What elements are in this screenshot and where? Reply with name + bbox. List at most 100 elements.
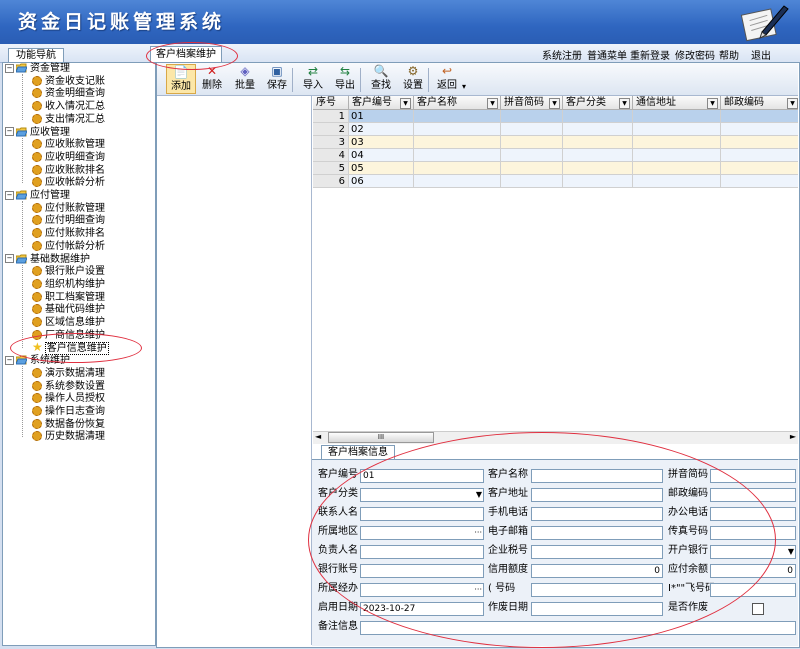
- address-field[interactable]: [531, 488, 663, 502]
- grid-cell[interactable]: 02: [349, 123, 414, 136]
- grid-cell[interactable]: [563, 162, 633, 175]
- tab-customer-info[interactable]: 客户档案信息: [321, 445, 395, 460]
- grid-cell[interactable]: [563, 123, 633, 136]
- grid-cell[interactable]: [414, 110, 501, 123]
- grid-cell[interactable]: 2: [313, 123, 349, 136]
- nav-item[interactable]: 应付帐龄分析: [32, 240, 105, 253]
- nav-group-4[interactable]: − 系统维护: [5, 354, 70, 367]
- qq-field[interactable]: [531, 583, 663, 597]
- nav-group-3[interactable]: − 基础数据维护: [5, 253, 90, 266]
- grid-cell[interactable]: 04: [349, 149, 414, 162]
- table-row[interactable]: 4 04: [313, 149, 798, 162]
- nav-group-2[interactable]: − 应付管理: [5, 189, 70, 202]
- nav-item[interactable]: 应付账款排名: [32, 227, 105, 240]
- email-field[interactable]: [531, 526, 663, 540]
- grid-cell[interactable]: 5: [313, 162, 349, 175]
- collapse-icon[interactable]: −: [5, 63, 14, 73]
- remark-field[interactable]: [360, 621, 796, 635]
- nav-item[interactable]: 基础代码维护: [32, 303, 105, 316]
- voided-checkbox[interactable]: [752, 603, 764, 615]
- grid-cell[interactable]: [501, 110, 563, 123]
- toolbar-button-6[interactable]: 🔍 查找: [366, 64, 396, 94]
- grid-cell[interactable]: [501, 175, 563, 188]
- nav-item[interactable]: 组织机构维护: [32, 278, 105, 291]
- nav-item[interactable]: 历史数据清理: [32, 430, 105, 443]
- grid-cell[interactable]: [721, 110, 798, 123]
- toolbar-button-5[interactable]: ⇆ 导出: [330, 64, 360, 94]
- nav-item[interactable]: 职工档案管理: [32, 291, 105, 304]
- contact-field[interactable]: [360, 507, 484, 521]
- toolbar-overflow-icon[interactable]: ▾: [462, 82, 466, 91]
- collapse-icon[interactable]: −: [5, 190, 14, 200]
- collapse-icon[interactable]: −: [5, 355, 14, 365]
- grid-cell[interactable]: 4: [313, 149, 349, 162]
- grid-cell[interactable]: [633, 175, 721, 188]
- nav-item[interactable]: 应收帐龄分析: [32, 176, 105, 189]
- toolbar-button-3[interactable]: ▣ 保存: [262, 64, 292, 94]
- dropdown-arrow-icon[interactable]: ▼: [788, 546, 794, 558]
- nav-tab[interactable]: 功能导航: [8, 48, 64, 63]
- menu-change-password[interactable]: 修改密码: [675, 47, 715, 62]
- grid-cell[interactable]: [414, 123, 501, 136]
- nav-group-1[interactable]: − 应收管理: [5, 126, 70, 139]
- grid-cell[interactable]: [633, 110, 721, 123]
- nav-item[interactable]: 应付账款管理: [32, 202, 105, 215]
- owner-field[interactable]: [360, 545, 484, 559]
- grid-cell[interactable]: [501, 123, 563, 136]
- grid-header-cell[interactable]: 拼音简码 ▼: [501, 96, 563, 110]
- receivable-field[interactable]: 0: [710, 564, 796, 578]
- grid-cell[interactable]: [414, 162, 501, 175]
- nav-item[interactable]: 厂商信息维护: [32, 329, 105, 342]
- grid-cell[interactable]: [721, 162, 798, 175]
- grid-header-cell[interactable]: 通信地址 ▼: [633, 96, 721, 110]
- grid-cell[interactable]: [721, 136, 798, 149]
- credit-limit-field[interactable]: 0: [531, 564, 663, 578]
- start-date-field[interactable]: 2023-10-27: [360, 602, 484, 616]
- grid-cell[interactable]: [501, 162, 563, 175]
- nav-item[interactable]: 应收明细查询: [32, 151, 105, 164]
- collapse-icon[interactable]: −: [5, 254, 14, 263]
- nav-item[interactable]: 系统参数设置: [32, 380, 105, 393]
- table-row[interactable]: 2 02: [313, 123, 798, 136]
- ellipsis-picker-icon[interactable]: ···: [474, 584, 482, 596]
- grid-cell[interactable]: 3: [313, 136, 349, 149]
- dropdown-arrow-icon[interactable]: ▼: [476, 489, 482, 501]
- nav-item[interactable]: 收入情况汇总: [32, 100, 105, 113]
- toolbar-button-4[interactable]: ⇄ 导入: [298, 64, 328, 94]
- menu-relogin[interactable]: 重新登录: [630, 47, 670, 62]
- tab-customer-archive[interactable]: 客户档案维护: [150, 46, 222, 62]
- filter-dropdown-icon[interactable]: ▼: [619, 98, 630, 109]
- grid-cell[interactable]: 6: [313, 175, 349, 188]
- nav-item[interactable]: 应付明细查询: [32, 214, 105, 227]
- other-no-field[interactable]: [710, 583, 796, 597]
- nav-item[interactable]: 应收账款排名: [32, 164, 105, 177]
- nav-item[interactable]: 操作人员授权: [32, 392, 105, 405]
- nav-item[interactable]: 资金明细查询: [32, 87, 105, 100]
- table-row[interactable]: 6 06: [313, 175, 798, 188]
- grid-cell[interactable]: [563, 175, 633, 188]
- scroll-left-icon[interactable]: ◄: [315, 432, 321, 441]
- grid-header-cell[interactable]: 客户名称 ▼: [414, 96, 501, 110]
- table-row[interactable]: 1 01: [313, 110, 798, 123]
- grid-header-cell[interactable]: 序号: [313, 96, 349, 110]
- grid-header-cell[interactable]: 客户编号 ▼: [349, 96, 414, 110]
- grid-cell[interactable]: [414, 136, 501, 149]
- nav-item[interactable]: 资金收支记账: [32, 75, 105, 88]
- ellipsis-picker-icon[interactable]: ···: [474, 527, 482, 539]
- grid-header-cell[interactable]: 邮政编码 ▼: [721, 96, 798, 110]
- category-field[interactable]: ▼: [360, 488, 484, 502]
- mobile-field[interactable]: [531, 507, 663, 521]
- toolbar-button-2[interactable]: ◈ 批量: [230, 64, 260, 94]
- name-field[interactable]: [531, 469, 663, 483]
- grid-cell[interactable]: [563, 149, 633, 162]
- nav-item[interactable]: 数据备份恢复: [32, 418, 105, 431]
- grid-cell[interactable]: [633, 123, 721, 136]
- nav-item[interactable]: ★ 客户信息维护: [32, 341, 109, 355]
- filter-dropdown-icon[interactable]: ▼: [549, 98, 560, 109]
- table-row[interactable]: 3 03: [313, 136, 798, 149]
- filter-dropdown-icon[interactable]: ▼: [487, 98, 498, 109]
- tax-no-field[interactable]: [531, 545, 663, 559]
- region-field[interactable]: ···: [360, 526, 484, 540]
- collapse-icon[interactable]: −: [5, 127, 14, 136]
- grid-cell[interactable]: [633, 162, 721, 175]
